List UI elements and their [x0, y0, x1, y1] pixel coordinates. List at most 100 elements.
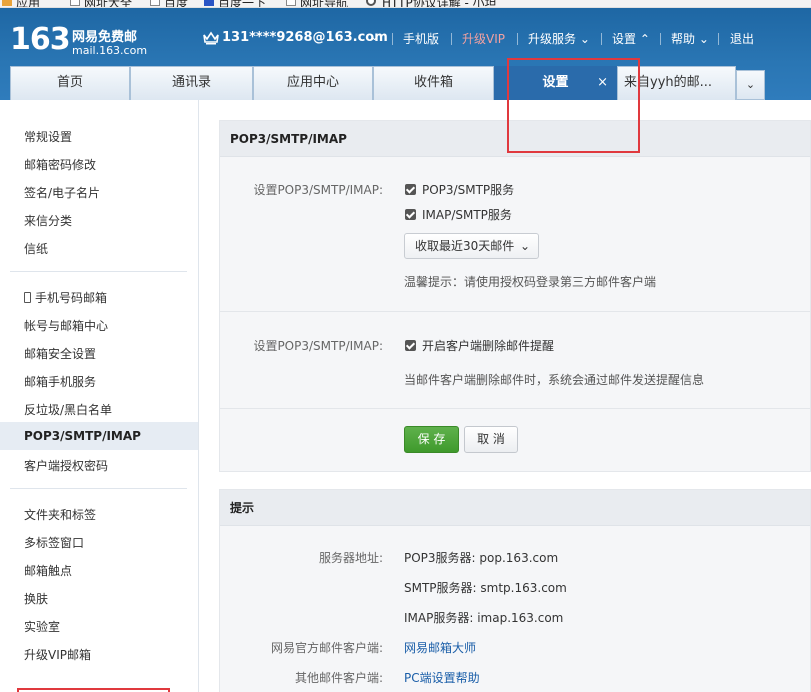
delete-alert-label: 开启客户端删除邮件提醒: [422, 339, 555, 353]
close-icon[interactable]: ×: [597, 67, 608, 99]
pop3-smtp-label: POP3/SMTP服务: [422, 183, 515, 197]
crown-icon: [203, 31, 219, 45]
sidebar-item-touchpoints[interactable]: 邮箱触点: [24, 562, 72, 579]
sidebar-item-mobile-service[interactable]: 邮箱手机服务: [24, 373, 96, 390]
bookmark-item[interactable]: 网址大全: [84, 0, 132, 7]
tab-label: 设置: [542, 75, 569, 90]
tab-overflow-button[interactable]: ⌄: [736, 70, 765, 100]
tab-settings[interactable]: 设置 ×: [494, 66, 617, 100]
sidebar-item-label: 手机号码邮箱: [35, 291, 108, 305]
upgrade-vip-link[interactable]: 升级VIP: [462, 30, 505, 47]
row-label: 设置POP3/SMTP/IMAP:: [253, 183, 383, 197]
upgrade-service-menu[interactable]: 升级服务 ⌄: [528, 30, 590, 47]
mail-master-link[interactable]: 网易邮箱大师: [404, 639, 476, 656]
tab-label: 来自yyh的邮...: [624, 75, 713, 90]
sidebar-item-password[interactable]: 邮箱密码修改: [24, 156, 96, 173]
save-button[interactable]: 保 存: [404, 426, 459, 453]
tab-contacts[interactable]: 通讯录: [130, 66, 253, 100]
chevron-down-icon: ⌄: [745, 78, 756, 91]
bookmark-item[interactable]: HTTP协议详解 - 小坦: [382, 0, 497, 7]
panel-title: POP3/SMTP/IMAP: [220, 121, 810, 157]
divider: [220, 408, 810, 409]
tab-label: 首页: [56, 75, 83, 90]
sidebar-item-folders-tags[interactable]: 文件夹和标签: [24, 506, 96, 523]
sidebar-item-security[interactable]: 邮箱安全设置: [24, 345, 96, 362]
pop3-server: POP3服务器: pop.163.com: [404, 551, 559, 565]
sidebar-item-multi-tab[interactable]: 多标签窗口: [24, 534, 84, 551]
sidebar-item-lab[interactable]: 实验室: [24, 618, 60, 635]
help-menu[interactable]: 帮助 ⌄: [671, 30, 709, 47]
tab-message[interactable]: 来自yyh的邮...: [617, 66, 736, 100]
divider: [718, 33, 719, 45]
row-label: 设置POP3/SMTP/IMAP:: [253, 339, 383, 353]
pop3-smtp-checkbox[interactable]: [405, 184, 416, 195]
sidebar-item-skin[interactable]: 换肤: [24, 590, 48, 607]
logo-domain: mail.163.com: [72, 44, 148, 57]
tab-label: 收件箱: [413, 75, 453, 90]
sidebar-item-account-center[interactable]: 帐号与邮箱中心: [24, 317, 108, 334]
sidebar-item-general[interactable]: 常规设置: [24, 128, 72, 145]
bookmark-item[interactable]: 应用: [16, 0, 40, 7]
mobile-version-link[interactable]: 手机版: [403, 30, 439, 47]
receive-range-select[interactable]: 收取最近30天邮件 ⌄: [404, 233, 539, 259]
sidebar-item-signature[interactable]: 签名/电子名片: [24, 184, 100, 201]
panel-title: 提示: [220, 490, 810, 526]
sidebar-item-upgrade-vip[interactable]: 升级VIP邮箱: [24, 646, 91, 663]
upgrade-service-label: 升级服务: [528, 32, 577, 46]
official-client-label: 网易官方邮件客户端:: [270, 641, 383, 655]
sidebar-item-auth-code[interactable]: 客户端授权密码: [24, 457, 108, 474]
divider: [451, 33, 452, 45]
divider: [10, 271, 187, 272]
tip-text: 温馨提示：请使用授权码登录第三方邮件客户端: [404, 275, 657, 289]
divider: [392, 33, 393, 45]
imap-smtp-label: IMAP/SMTP服务: [422, 208, 512, 222]
tab-app-center[interactable]: 应用中心: [253, 66, 373, 100]
settings-menu[interactable]: 设置 ⌃: [612, 30, 650, 47]
sidebar-item-stationery[interactable]: 信纸: [24, 240, 48, 257]
server-label: 服务器地址:: [318, 551, 383, 565]
chevron-up-icon: ⌃: [639, 32, 650, 46]
bookmark-bar: 应用 网址大全 百度 百度一下 网址导航 HTTP协议详解 - 小坦: [0, 0, 811, 8]
logo-title: 网易免费邮: [72, 30, 138, 45]
imap-smtp-checkbox[interactable]: [405, 209, 416, 220]
phone-icon: [24, 292, 31, 303]
chevron-down-icon[interactable]: ⌄: [370, 30, 379, 43]
divider: [660, 33, 661, 45]
page-icon: [286, 0, 296, 6]
tab-inbox[interactable]: 收件箱: [373, 66, 494, 100]
tab-home[interactable]: 首页: [10, 66, 130, 100]
other-client-label: 其他邮件客户端:: [294, 671, 383, 685]
pc-setup-help-link[interactable]: PC端设置帮助: [404, 669, 480, 686]
pop3-settings-panel: POP3/SMTP/IMAP 设置POP3/SMTP/IMAP: POP3/SM…: [219, 120, 811, 472]
delete-alert-desc: 当邮件客户端删除邮件时，系统会通过邮件发送提醒信息: [404, 373, 705, 387]
bookmark-item[interactable]: 百度: [164, 0, 188, 7]
divider: [601, 33, 602, 45]
hints-panel: 提示 服务器地址: POP3服务器: pop.163.com SMTP服务器: …: [219, 489, 811, 692]
sidebar-item-phone-mailbox[interactable]: 手机号码邮箱: [24, 289, 107, 306]
receive-range-value: 收取最近30天邮件: [415, 239, 515, 253]
bookmark-item[interactable]: 百度一下: [218, 0, 266, 7]
help-label: 帮助: [671, 32, 696, 46]
page-icon: [150, 0, 160, 6]
imap-server: IMAP服务器: imap.163.com: [404, 611, 564, 625]
tab-label: 应用中心: [286, 75, 339, 90]
divider: [220, 311, 810, 312]
page-icon: [70, 0, 80, 6]
sidebar-item-antispam[interactable]: 反垃圾/黑白名单: [24, 401, 112, 418]
sidebar-item-pop3-smtp-imap[interactable]: POP3/SMTP/IMAP: [24, 429, 141, 443]
logout-link[interactable]: 退出: [730, 30, 754, 47]
logo-number: 163: [10, 22, 71, 57]
settings-sidebar: 常规设置 邮箱密码修改 签名/电子名片 来信分类 信纸 手机号码邮箱 帐号与邮箱…: [0, 100, 199, 692]
divider: [10, 488, 187, 489]
bookmark-item[interactable]: 网址导航: [300, 0, 348, 7]
cancel-button[interactable]: 取 消: [464, 426, 518, 453]
chevron-down-icon: ⌄: [579, 32, 590, 46]
baidu-icon: [204, 0, 214, 6]
sidebar-item-mail-filter[interactable]: 来信分类: [24, 212, 72, 229]
smtp-server: SMTP服务器: smtp.163.com: [404, 581, 567, 595]
tab-label: 通讯录: [171, 75, 211, 90]
delete-alert-checkbox[interactable]: [405, 340, 416, 351]
highlight-annotation: [17, 688, 170, 692]
chevron-down-icon: ⌄: [698, 32, 709, 46]
account-email[interactable]: 131****9268@163.com: [222, 30, 388, 45]
